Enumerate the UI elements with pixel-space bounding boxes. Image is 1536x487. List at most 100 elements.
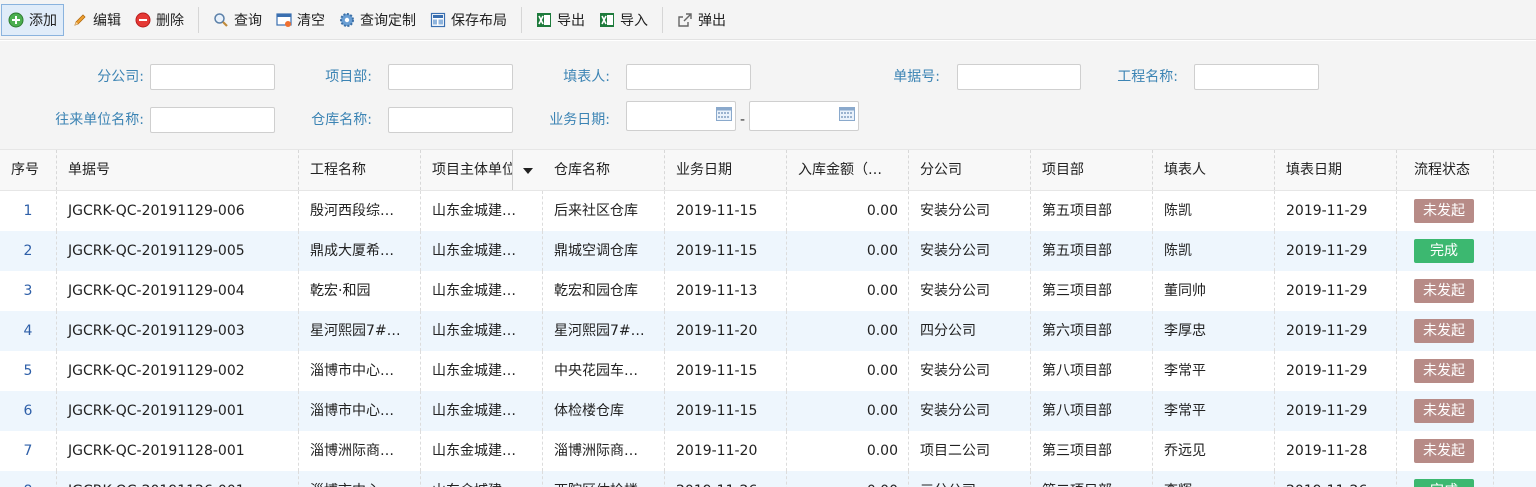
cell-warehouse: 星河熙园7#… [543,311,665,351]
col-header-biz-date[interactable]: 业务日期 [665,150,787,190]
cell-doc-no: JGCRK-QC-20191129-006 [57,191,299,231]
cell-status: 未发起 [1397,351,1494,391]
add-button[interactable]: 添加 [1,3,64,36]
cell-fill-date: 2019-11-28 [1275,431,1397,471]
clear-button-label: 清空 [297,12,325,29]
cell-branch: 安装分公司 [909,391,1031,431]
cell-project-name: 鼎成大厦希… [299,231,421,271]
export-button[interactable]: 导出 [530,4,591,36]
table-row[interactable]: 6 JGCRK-QC-20191129-001 淄博市中心… 山东金城建… 体检楼仓库 2… [0,391,1536,431]
doc-no-input[interactable] [957,64,1081,90]
cell-amount: 0.00 [787,351,909,391]
cell-amount: 0.00 [787,391,909,431]
cell-branch: 四分公司 [909,311,1031,351]
cell-dept: 第六项目部 [1031,311,1153,351]
calendar-icon[interactable] [839,107,855,121]
add-icon [8,12,24,28]
search-icon [213,12,229,28]
column-menu-button[interactable] [512,150,543,190]
biz-date-start-input[interactable] [626,101,736,131]
project-dept-input[interactable] [388,64,513,90]
cell-project-name: 淄博市中心… [299,471,421,487]
cell-branch: 项目二公司 [909,431,1031,471]
filler-input[interactable] [626,64,751,90]
col-header-branch[interactable]: 分公司 [909,150,1031,190]
table-row[interactable]: 3 JGCRK-QC-20191129-004 乾宏·和园 山东金城建… 乾宏和园仓库 2… [0,271,1536,311]
cell-project-name: 星河熙园7#… [299,311,421,351]
biz-date-end-input[interactable] [749,101,859,131]
save-layout-button[interactable]: 保存布局 [424,4,513,36]
table-row[interactable]: 1 JGCRK-QC-20191129-006 殷河西段综… 山东金城建… 后来社区仓库… [0,191,1536,231]
delete-button[interactable]: 删除 [129,4,190,36]
project-name-input[interactable] [1194,64,1319,90]
cell-biz-date: 2019-11-13 [665,271,787,311]
doc-no-label: 单据号: [893,69,940,85]
cell-doc-no: JGCRK-QC-20191129-003 [57,311,299,351]
cell-index: 5 [0,351,57,391]
edit-button-label: 编辑 [93,12,121,29]
status-badge: 未发起 [1414,399,1474,423]
col-header-filler[interactable]: 填表人 [1153,150,1275,190]
cell-branch: 三分公司 [909,471,1031,487]
cell-status: 完成 [1397,231,1494,271]
branch-input[interactable] [150,64,275,90]
cell-project-entity: 山东金城建… [421,191,543,231]
cell-fill-date: 2019-11-29 [1275,231,1397,271]
cell-project-name: 淄博市中心… [299,391,421,431]
cell-project-name: 殷河西段综… [299,191,421,231]
col-header-index[interactable]: 序号 [0,150,57,190]
cell-filler: 乔远见 [1153,431,1275,471]
search-button[interactable]: 查询 [207,4,268,36]
delete-button-label: 删除 [156,12,184,29]
cell-status: 未发起 [1397,191,1494,231]
cell-filler: 陈凯 [1153,191,1275,231]
cell-fill-date: 2019-11-29 [1275,271,1397,311]
excel-import-icon [599,12,615,28]
partner-input[interactable] [150,107,275,133]
toolbar-separator [198,6,199,33]
cell-doc-no: JGCRK-QC-20191129-001 [57,391,299,431]
table-row[interactable]: 8JGCRK-QC-20191126-001淄博市中心…山东金城建…西院区体检楼… [0,471,1536,487]
cell-status: 未发起 [1397,431,1494,471]
cell-index: 8 [0,471,57,487]
search-button-label: 查询 [234,12,262,29]
clear-button[interactable]: 清空 [270,4,331,36]
table-row[interactable]: 7 JGCRK-QC-20191128-001 淄博洲际商… 山东金城建… 淄博洲际商…… [0,431,1536,471]
cell-index: 3 [0,271,57,311]
table-row[interactable]: 4 JGCRK-QC-20191129-003 星河熙园7#… 山东金城建… 星河熙园7… [0,311,1536,351]
cell-filler: 陈凯 [1153,231,1275,271]
status-badge: 未发起 [1414,279,1474,303]
custom-query-button[interactable]: 查询定制 [333,4,422,36]
col-header-fill-date[interactable]: 填表日期 [1275,150,1397,190]
table-row[interactable]: 2 JGCRK-QC-20191129-005 鼎成大厦希… 山东金城建… 鼎城空调仓库… [0,231,1536,271]
cell-amount: 0.00 [787,271,909,311]
cell-branch: 安装分公司 [909,231,1031,271]
status-badge: 未发起 [1414,199,1474,223]
cell-biz-date: 2019-11-15 [665,231,787,271]
cell-status: 未发起 [1397,391,1494,431]
cell-project-name: 乾宏·和园 [299,271,421,311]
warehouse-input[interactable] [388,107,513,133]
cell-dept: 第五项目部 [1031,191,1153,231]
import-button-label: 导入 [620,12,648,29]
filler-label: 填表人: [563,69,610,85]
col-header-amount[interactable]: 入库金额（… [787,150,909,190]
col-header-doc-no[interactable]: 单据号 [57,150,299,190]
cell-amount: 0.00 [787,311,909,351]
col-header-warehouse[interactable]: 仓库名称 [543,150,665,190]
edit-button[interactable]: 编辑 [66,4,127,36]
popout-button[interactable]: 弹出 [671,4,732,36]
cell-warehouse: 淄博洲际商… [543,431,665,471]
cell-warehouse: 乾宏和园仓库 [543,271,665,311]
import-button[interactable]: 导入 [593,4,654,36]
col-header-status[interactable]: 流程状态 [1397,150,1494,190]
cell-project-entity: 山东金城建… [421,351,543,391]
caret-down-icon [523,162,533,178]
col-header-project-name[interactable]: 工程名称 [299,150,421,190]
cell-project-entity: 山东金城建… [421,391,543,431]
calendar-icon[interactable] [716,107,732,121]
status-badge: 完成 [1414,239,1474,263]
cell-fill-date: 2019-11-29 [1275,351,1397,391]
table-row[interactable]: 5 JGCRK-QC-20191129-002 淄博市中心… 山东金城建… 中央花园车…… [0,351,1536,391]
col-header-dept[interactable]: 项目部 [1031,150,1153,190]
